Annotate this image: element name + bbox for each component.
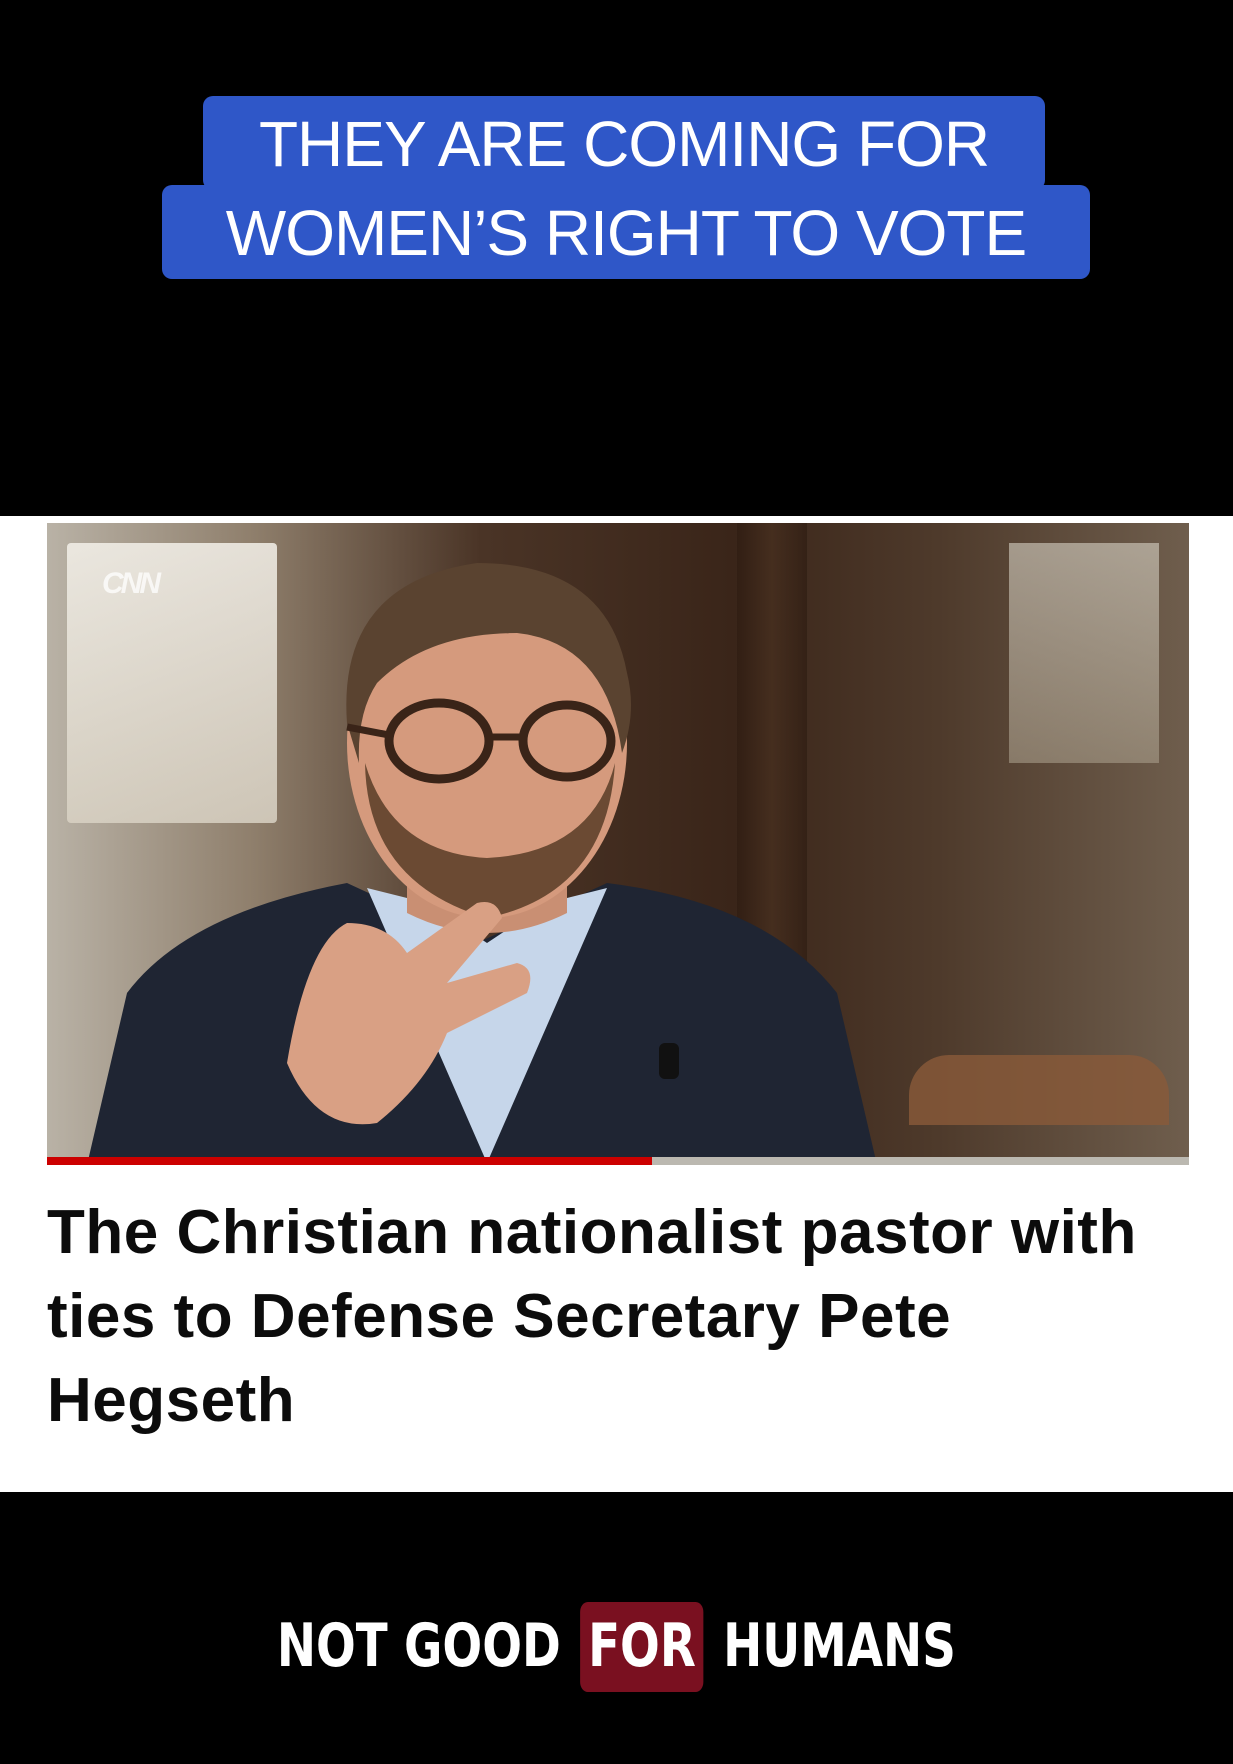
video-progress-bar[interactable] [47,1157,1189,1165]
brand-word-2: HUMANS [723,1611,956,1681]
cnn-logo: CNN [102,567,161,600]
video-thumbnail[interactable]: CNN [47,523,1189,1165]
article-headline[interactable]: The Christian nationalist pastor with ti… [47,1191,1187,1443]
caption-line-2: WOMEN’S RIGHT TO VOTE [162,185,1090,279]
video-progress-fill [47,1157,653,1165]
brand-watermark: NOT GOOD FOR HUMANS [136,1602,1098,1692]
caption-line-1: THEY ARE COMING FOR [203,96,1045,190]
brand-word-1: NOT GOOD [276,1611,561,1681]
interviewee-figure [87,563,877,1165]
brand-highlight: FOR [580,1602,704,1692]
